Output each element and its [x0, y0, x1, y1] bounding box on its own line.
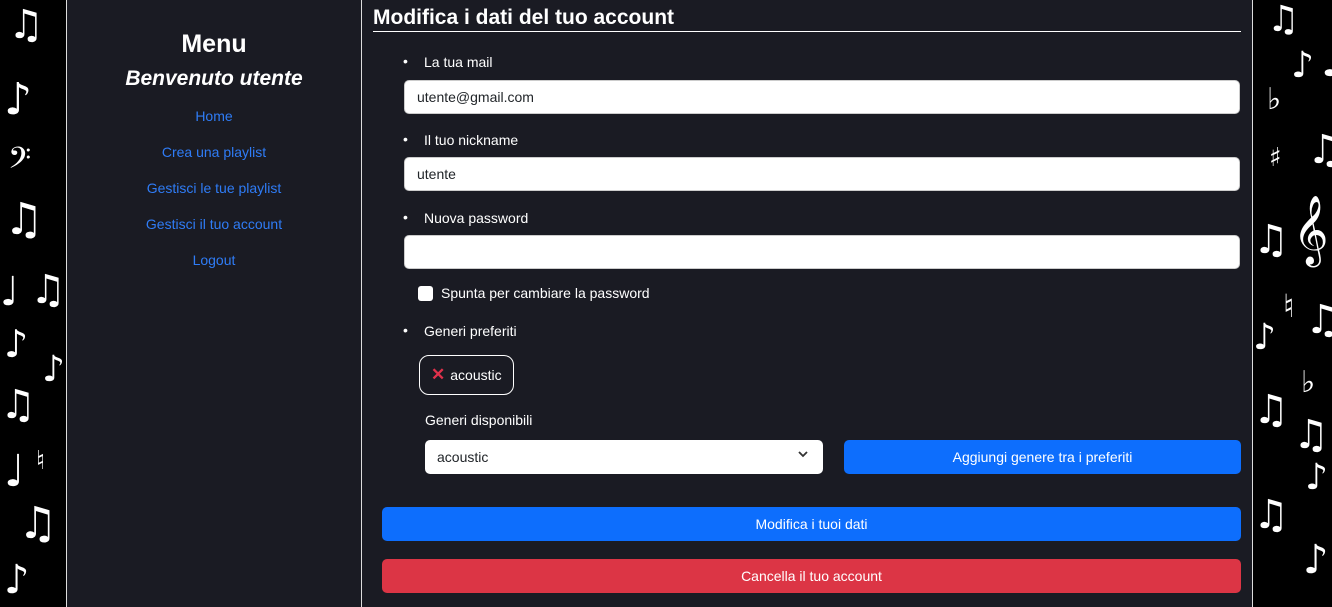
change-password-checkbox[interactable] — [418, 285, 433, 301]
chevron-down-icon — [797, 448, 809, 463]
password-label: Nuova password — [403, 209, 528, 226]
sharp-icon: ♯ — [1269, 143, 1282, 173]
available-genres-label: Generi disponibili — [425, 412, 533, 428]
natural-icon: ♮ — [1283, 287, 1295, 325]
music-note-icon: ♩ — [0, 269, 19, 315]
music-note-icon: ♫ — [1267, 0, 1300, 40]
music-note-icon: ♪ — [4, 557, 30, 603]
music-note-icon: ♪ — [1305, 457, 1328, 498]
available-genres-select[interactable]: acoustic — [425, 440, 823, 474]
sidebar-nav: Home Crea una playlist Gestisci le tue p… — [67, 104, 361, 284]
page-title: Modifica i dati del tuo account — [373, 6, 1241, 32]
delete-account-button[interactable]: Cancella il tuo account — [382, 559, 1241, 593]
music-note-icon: ♪ — [4, 74, 33, 125]
music-note-icon: ♫ — [4, 194, 44, 245]
flat-icon: ♭ — [1301, 365, 1316, 400]
sidebar-item-logout[interactable]: Logout — [67, 248, 361, 284]
sidebar-item-manage-playlists[interactable]: Gestisci le tue playlist — [67, 176, 361, 212]
sidebar-item-home[interactable]: Home — [67, 104, 361, 140]
music-note-icon: ♩ — [4, 446, 25, 497]
menu-title: Menu — [181, 30, 247, 58]
add-genre-button[interactable]: Aggiungi genere tra i preferiti — [844, 440, 1241, 474]
nickname-field[interactable] — [404, 157, 1240, 191]
music-note-icon: ♫ — [18, 498, 58, 549]
email-field[interactable] — [404, 80, 1240, 114]
favorite-genre-name: acoustic — [450, 367, 502, 383]
welcome-message: Benvenuto utente — [125, 67, 303, 90]
change-password-option: Spunta per cambiare la password — [418, 285, 650, 301]
select-value: acoustic — [437, 449, 489, 465]
sidebar-item-manage-account[interactable]: Gestisci il tuo account — [67, 212, 361, 248]
music-note-icon: ♪ — [42, 349, 65, 390]
music-note-icon: ♫ — [30, 267, 66, 313]
close-icon[interactable]: ✕ — [431, 365, 445, 385]
music-note-icon: ♪ — [1303, 537, 1329, 583]
music-note-icon: ♮ — [36, 446, 46, 476]
bass-clef-icon: 𝄢 — [8, 142, 32, 183]
music-note-icon: ♫ — [1293, 412, 1329, 458]
flat-icon: ♭ — [1267, 82, 1282, 117]
account-form-panel: Modifica i dati del tuo account La tua m… — [362, 0, 1253, 607]
music-note-icon: ♫ — [1253, 217, 1289, 263]
music-note-icon: ♪ — [1253, 317, 1276, 358]
favorite-genre-chip: ✕ acoustic — [419, 355, 514, 395]
music-note-icon: ♫ — [1253, 387, 1289, 433]
sidebar-item-create-playlist[interactable]: Crea una playlist — [67, 140, 361, 176]
change-password-label: Spunta per cambiare la password — [441, 285, 650, 301]
music-note-icon: ♫ — [8, 2, 44, 48]
music-notes-background-right: ♫ ♪ ♩ ♭ ♫ ♯ 𝄞 ♫ ♮ ♫ ♪ ♭ ♫ ♫ ♪ ♫ ♪ — [1253, 0, 1332, 607]
music-note-icon: ♪ — [4, 322, 29, 366]
music-notes-background-left: ♫ ♪ 𝄢 ♫ ♩ ♫ ♪ ♪ ♫ ♩ ♮ ♫ ♪ — [0, 0, 66, 607]
music-note-icon: ♪ — [1291, 45, 1314, 86]
music-note-icon: ♫ — [1305, 297, 1332, 343]
nickname-label: Il tuo nickname — [403, 131, 518, 148]
music-note-icon: ♫ — [1253, 492, 1289, 538]
email-label: La tua mail — [403, 53, 493, 70]
modify-data-button[interactable]: Modifica i tuoi dati — [382, 507, 1241, 541]
sidebar: Menu Benvenuto utente Home Crea una play… — [66, 0, 362, 607]
treble-clef-icon: 𝄞 — [1293, 195, 1329, 265]
music-note-icon: ♩ — [1321, 36, 1332, 87]
music-note-icon: ♫ — [1307, 127, 1332, 173]
music-note-icon: ♫ — [0, 382, 36, 428]
favorite-genres-label: Generi preferiti — [403, 322, 517, 339]
password-field[interactable] — [404, 235, 1240, 269]
